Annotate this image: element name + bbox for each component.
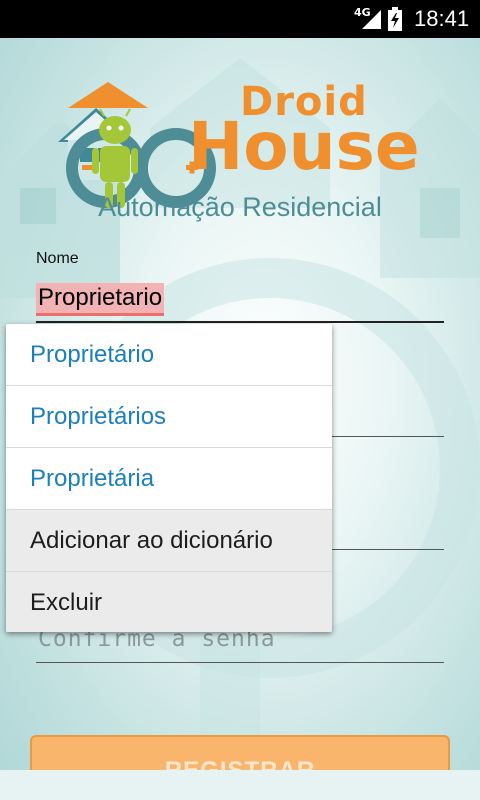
- bottom-edge: [0, 770, 480, 800]
- confirm-password-underline: [36, 662, 444, 663]
- signal-icon: [362, 10, 381, 29]
- name-input[interactable]: Proprietario: [36, 283, 165, 316]
- status-bar: 4G 18:41: [0, 0, 480, 38]
- logo-word-house: House: [188, 108, 420, 185]
- spelling-suggestions-popup: Proprietário Proprietários Proprietária …: [6, 324, 332, 632]
- clock: 18:41: [414, 6, 470, 31]
- delete-item[interactable]: Excluir: [6, 572, 332, 632]
- app-subtitle: Automação Residencial: [98, 192, 382, 222]
- battery-charging-icon: [388, 7, 402, 31]
- name-field-underline: [36, 321, 444, 323]
- registration-screen: Droid House Automação Residencial Nome P…: [0, 38, 480, 800]
- suggestion-item[interactable]: Proprietária: [6, 448, 332, 510]
- name-field-label: Nome: [36, 250, 79, 267]
- suggestion-item[interactable]: Proprietários: [6, 386, 332, 448]
- add-to-dictionary-item[interactable]: Adicionar ao dicionário: [6, 510, 332, 572]
- suggestion-item[interactable]: Proprietário: [6, 324, 332, 386]
